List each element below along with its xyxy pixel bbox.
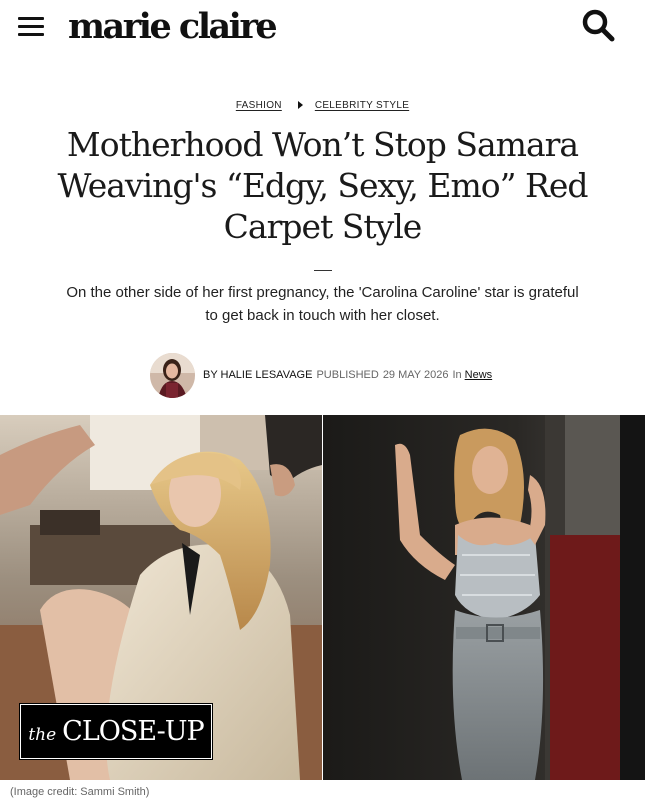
site-logo[interactable]: marie claire: [68, 4, 278, 50]
close-up-badge: the CLOSE-UP: [19, 703, 213, 760]
hamburger-menu-icon[interactable]: [18, 14, 44, 38]
site-header: marie claire: [0, 0, 645, 56]
section-in-label: In: [452, 369, 462, 381]
badge-close-up-text: CLOSE-UP: [62, 716, 204, 747]
byline: BY HALIE LESAVAGE PUBLISHED 29 MAY 2026 …: [150, 352, 492, 398]
published-date: 29 MAY 2026: [382, 369, 449, 381]
author-name[interactable]: BY HALIE LESAVAGE: [203, 369, 312, 381]
breadcrumb-celebrity-style[interactable]: CELEBRITY STYLE: [315, 100, 409, 111]
breadcrumb-fashion[interactable]: FASHION: [236, 100, 282, 111]
search-icon[interactable]: [581, 8, 617, 44]
breadcrumb: FASHION CELEBRITY STYLE: [0, 100, 645, 111]
author-avatar[interactable]: [150, 352, 195, 398]
image-credit: (Image credit: Sammi Smith): [10, 786, 150, 798]
article-headline: Motherhood Won’t Stop Samara Weaving's “…: [57, 125, 588, 246]
badge-the-text: the: [28, 724, 57, 745]
article-standfirst: On the other side of her first pregnancy…: [66, 284, 579, 324]
section-link[interactable]: News: [465, 369, 493, 381]
breadcrumb-arrow-icon: [297, 101, 303, 109]
published-label: PUBLISHED: [316, 369, 379, 381]
headline-divider: [314, 270, 332, 271]
